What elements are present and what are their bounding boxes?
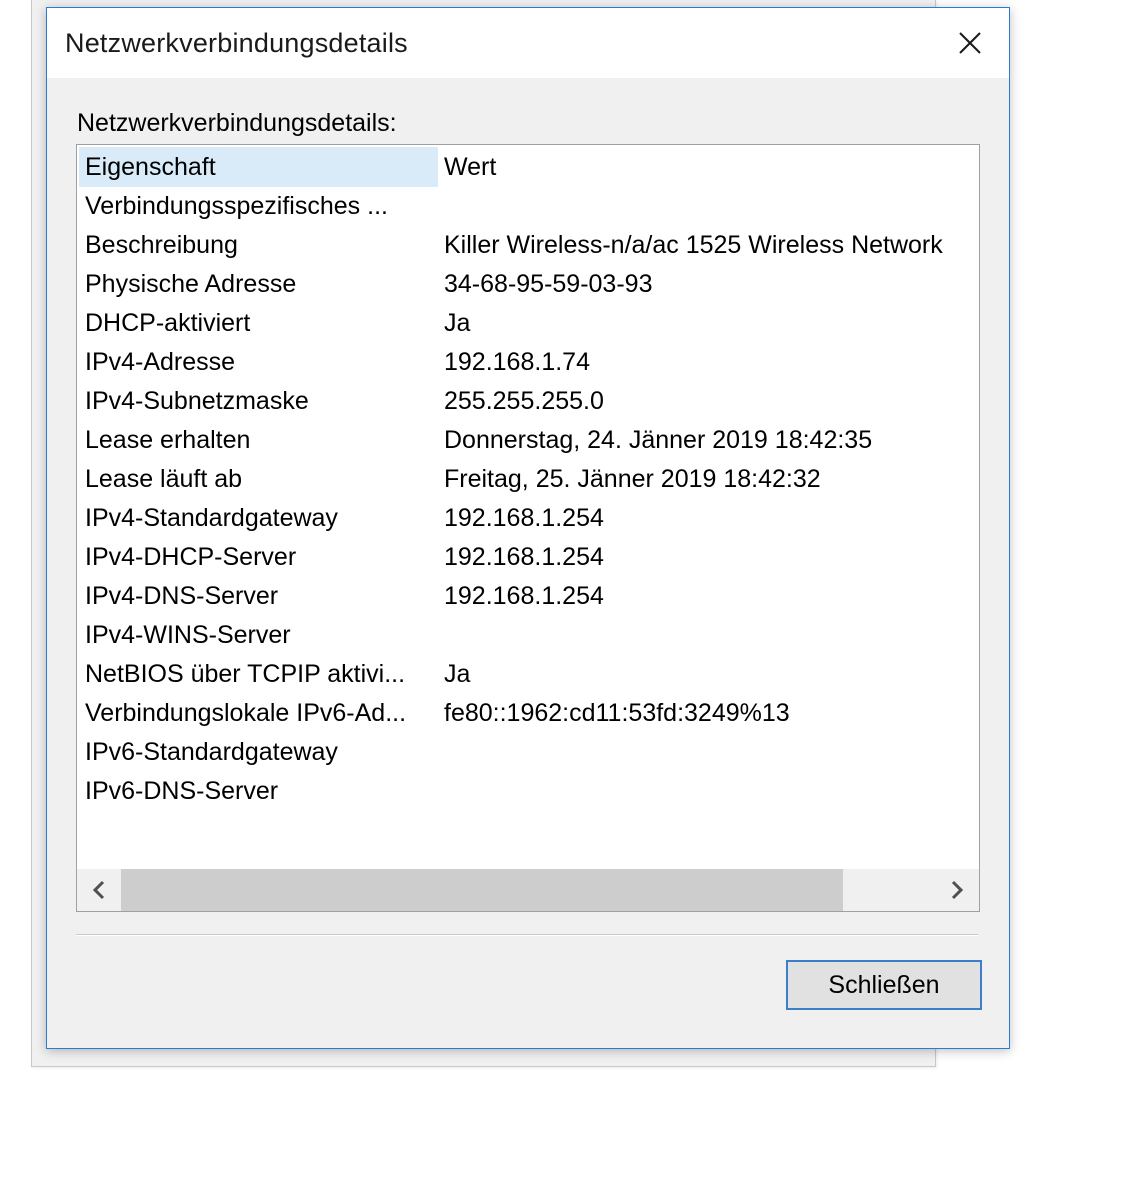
table-row[interactable]: Lease läuft ab Freitag, 25. Jänner 2019 …	[77, 460, 979, 499]
row-value: Killer Wireless-n/a/ac 1525 Wireless Net…	[444, 231, 943, 259]
title-close-button[interactable]	[941, 16, 999, 70]
network-details-dialog: Netzwerkverbindungsdetails Netzwerkverbi…	[46, 7, 1010, 1049]
chevron-right-icon	[951, 880, 964, 900]
row-property: IPv4-WINS-Server	[85, 621, 291, 649]
scroll-thumb[interactable]	[121, 869, 843, 911]
close-icon	[959, 32, 981, 54]
column-header-property[interactable]: Eigenschaft	[79, 147, 438, 187]
row-value: 192.168.1.74	[444, 348, 590, 376]
table-row[interactable]: Verbindungslokale IPv6-Ad... fe80::1962:…	[77, 694, 979, 733]
row-property: IPv4-DNS-Server	[85, 582, 279, 610]
row-property: IPv6-Standardgateway	[85, 738, 338, 766]
row-property: DHCP-aktiviert	[85, 309, 251, 337]
title-bar[interactable]: Netzwerkverbindungsdetails	[47, 8, 1009, 78]
row-property: Lease läuft ab	[85, 465, 243, 493]
row-property: IPv6-DNS-Server	[85, 777, 279, 805]
table-row[interactable]: NetBIOS über TCPIP aktivi... Ja	[77, 655, 979, 694]
row-value: 255.255.255.0	[444, 387, 604, 415]
table-row[interactable]: IPv4-WINS-Server	[77, 616, 979, 655]
table-row[interactable]: Beschreibung Killer Wireless-n/a/ac 1525…	[77, 226, 979, 265]
details-listview[interactable]: Eigenschaft Wert Verbindungsspezifisches…	[76, 144, 980, 912]
table-row[interactable]: DHCP-aktiviert Ja	[77, 304, 979, 343]
chevron-left-icon	[92, 880, 105, 900]
listview-rows: Verbindungsspezifisches ... Beschreibung…	[77, 187, 979, 811]
row-value: Freitag, 25. Jänner 2019 18:42:32	[444, 465, 821, 493]
separator	[76, 934, 978, 936]
row-property: Lease erhalten	[85, 426, 251, 454]
table-row[interactable]: Verbindungsspezifisches ...	[77, 187, 979, 226]
table-row[interactable]: IPv4-Subnetzmaske 255.255.255.0	[77, 382, 979, 421]
close-button[interactable]: Schließen	[786, 960, 982, 1010]
row-property: NetBIOS über TCPIP aktivi...	[85, 660, 406, 688]
table-row[interactable]: IPv4-DHCP-Server 192.168.1.254	[77, 538, 979, 577]
table-row[interactable]: IPv4-DNS-Server 192.168.1.254	[77, 577, 979, 616]
window-title: Netzwerkverbindungsdetails	[65, 28, 408, 58]
row-value: fe80::1962:cd11:53fd:3249%13	[444, 699, 790, 727]
table-row[interactable]: IPv4-Standardgateway 192.168.1.254	[77, 499, 979, 538]
table-row[interactable]: IPv4-Adresse 192.168.1.74	[77, 343, 979, 382]
row-value: 34-68-95-59-03-93	[444, 270, 653, 298]
row-property: Beschreibung	[85, 231, 238, 259]
horizontal-scrollbar[interactable]	[77, 869, 979, 911]
table-row[interactable]: Lease erhalten Donnerstag, 24. Jänner 20…	[77, 421, 979, 460]
scroll-right-button[interactable]	[935, 869, 979, 911]
row-value: 192.168.1.254	[444, 582, 604, 610]
row-property: IPv4-DHCP-Server	[85, 543, 297, 571]
row-property: Verbindungsspezifisches ...	[85, 192, 388, 220]
column-header-value[interactable]: Wert	[444, 147, 496, 187]
row-value: Ja	[444, 660, 471, 688]
row-property: Verbindungslokale IPv6-Ad...	[85, 699, 407, 727]
section-label: Netzwerkverbindungsdetails:	[77, 109, 397, 137]
row-property: IPv4-Adresse	[85, 348, 236, 376]
listview-header: Eigenschaft Wert	[79, 147, 977, 187]
row-value: Donnerstag, 24. Jänner 2019 18:42:35	[444, 426, 873, 454]
scroll-left-button[interactable]	[77, 869, 121, 911]
row-value: 192.168.1.254	[444, 543, 604, 571]
row-property: IPv4-Subnetzmaske	[85, 387, 309, 415]
row-value: Ja	[444, 309, 471, 337]
row-property: IPv4-Standardgateway	[85, 504, 338, 532]
table-row[interactable]: IPv6-Standardgateway	[77, 733, 979, 772]
table-row[interactable]: IPv6-DNS-Server	[77, 772, 979, 811]
table-row[interactable]: Physische Adresse 34-68-95-59-03-93	[77, 265, 979, 304]
row-property: Physische Adresse	[85, 270, 297, 298]
row-value: 192.168.1.254	[444, 504, 604, 532]
